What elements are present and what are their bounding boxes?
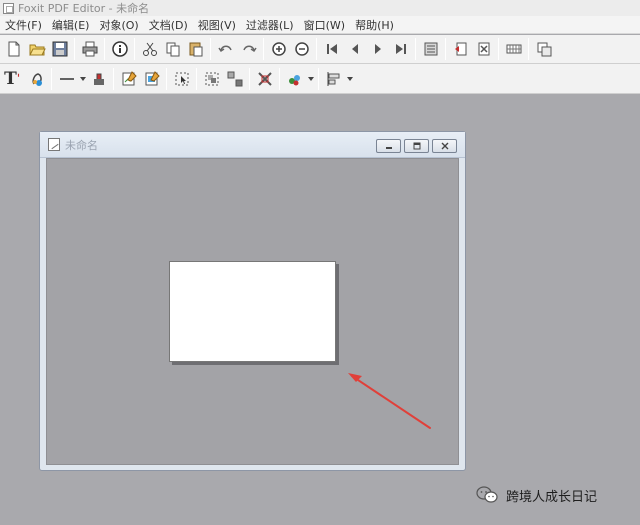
- app-title: Foxit PDF Editor - 未命名: [18, 2, 150, 15]
- rotate-icon[interactable]: [532, 38, 555, 61]
- menu-bar: 文件(F) 编辑(E) 对象(O) 文档(D) 视图(V) 过滤器(L) 窗口(…: [0, 16, 640, 34]
- toolbar-separator: [74, 38, 75, 60]
- app-icon: [3, 2, 14, 14]
- previous-page-icon[interactable]: [343, 38, 366, 61]
- text-tool-icon[interactable]: T: [2, 67, 25, 90]
- color-picker-icon[interactable]: [25, 67, 48, 90]
- toolbar-separator: [134, 38, 135, 60]
- edit-object-icon[interactable]: [140, 67, 163, 90]
- zoom-out-icon[interactable]: [290, 38, 313, 61]
- main-toolbar: [0, 35, 640, 64]
- align-dropdown[interactable]: [345, 67, 354, 90]
- menu-view[interactable]: 视图(V): [193, 17, 241, 33]
- toolbar-separator: [113, 67, 114, 90]
- toolbar-separator: [51, 67, 52, 90]
- menu-filter[interactable]: 过滤器(L): [241, 17, 299, 33]
- toolbar-separator: [316, 38, 317, 60]
- grid-icon[interactable]: [502, 38, 525, 61]
- toolbar-separator: [210, 38, 211, 60]
- menu-document[interactable]: 文档(D): [144, 17, 193, 33]
- layers-dropdown[interactable]: [306, 67, 315, 90]
- document-title: 未命名: [65, 138, 98, 152]
- minimize-icon: [385, 147, 392, 149]
- wechat-icon: [476, 486, 498, 503]
- edit-image-icon[interactable]: [117, 67, 140, 90]
- ungroup-icon[interactable]: [223, 67, 246, 90]
- info-icon[interactable]: [108, 38, 131, 61]
- toolbar-separator: [249, 67, 250, 90]
- app-titlebar: Foxit PDF Editor - 未命名: [0, 0, 640, 16]
- menu-object[interactable]: 对象(O): [94, 17, 143, 33]
- maximize-icon: [413, 142, 420, 150]
- layers-icon[interactable]: [283, 67, 306, 90]
- line-tool-icon[interactable]: [55, 67, 78, 90]
- open-folder-icon[interactable]: [25, 38, 48, 61]
- new-document-icon[interactable]: [2, 38, 25, 61]
- align-icon[interactable]: [322, 67, 345, 90]
- delete-page-icon[interactable]: [472, 38, 495, 61]
- edit-toolbar: T: [0, 64, 640, 94]
- toolbar-separator: [318, 67, 319, 90]
- cut-icon[interactable]: [138, 38, 161, 61]
- redo-icon[interactable]: [237, 38, 260, 61]
- maximize-button[interactable]: [404, 139, 429, 153]
- next-page-icon[interactable]: [366, 38, 389, 61]
- toolbar-separator: [498, 38, 499, 60]
- copy-icon[interactable]: [161, 38, 184, 61]
- document-icon: [48, 138, 60, 151]
- toolbar-separator: [279, 67, 280, 90]
- paste-icon[interactable]: [184, 38, 207, 61]
- watermark-text: 跨境人成长日记: [506, 489, 598, 505]
- toolbar-separator: [445, 38, 446, 60]
- first-page-icon[interactable]: [320, 38, 343, 61]
- minimize-button[interactable]: [376, 139, 401, 153]
- window-controls: [376, 139, 457, 153]
- select-object-icon[interactable]: [170, 67, 193, 90]
- close-button[interactable]: [432, 139, 457, 153]
- document-titlebar[interactable]: 未命名: [40, 132, 465, 158]
- close-icon: [441, 142, 448, 150]
- transform-icon[interactable]: [253, 67, 276, 90]
- toolbar-separator: [104, 38, 105, 60]
- print-icon[interactable]: [78, 38, 101, 61]
- toolbar-separator: [166, 67, 167, 90]
- annotation-arrow: [348, 373, 431, 429]
- stamp-icon[interactable]: [87, 67, 110, 90]
- blank-page[interactable]: [169, 261, 336, 362]
- menu-file[interactable]: 文件(F): [0, 17, 47, 33]
- line-tool-dropdown[interactable]: [78, 67, 87, 90]
- zoom-in-icon[interactable]: [267, 38, 290, 61]
- undo-icon[interactable]: [214, 38, 237, 61]
- last-page-icon[interactable]: [389, 38, 412, 61]
- menu-window[interactable]: 窗口(W): [299, 17, 350, 33]
- group-icon[interactable]: [200, 67, 223, 90]
- toolbar-separator: [263, 38, 264, 60]
- toolbar-separator: [196, 67, 197, 90]
- insert-page-icon[interactable]: [449, 38, 472, 61]
- save-icon[interactable]: [48, 38, 71, 61]
- menu-help[interactable]: 帮助(H): [350, 17, 399, 33]
- menu-edit[interactable]: 编辑(E): [47, 17, 95, 33]
- toolbar-separator: [528, 38, 529, 60]
- properties-icon[interactable]: [419, 38, 442, 61]
- toolbar-separator: [415, 38, 416, 60]
- watermark: 跨境人成长日记: [476, 485, 597, 505]
